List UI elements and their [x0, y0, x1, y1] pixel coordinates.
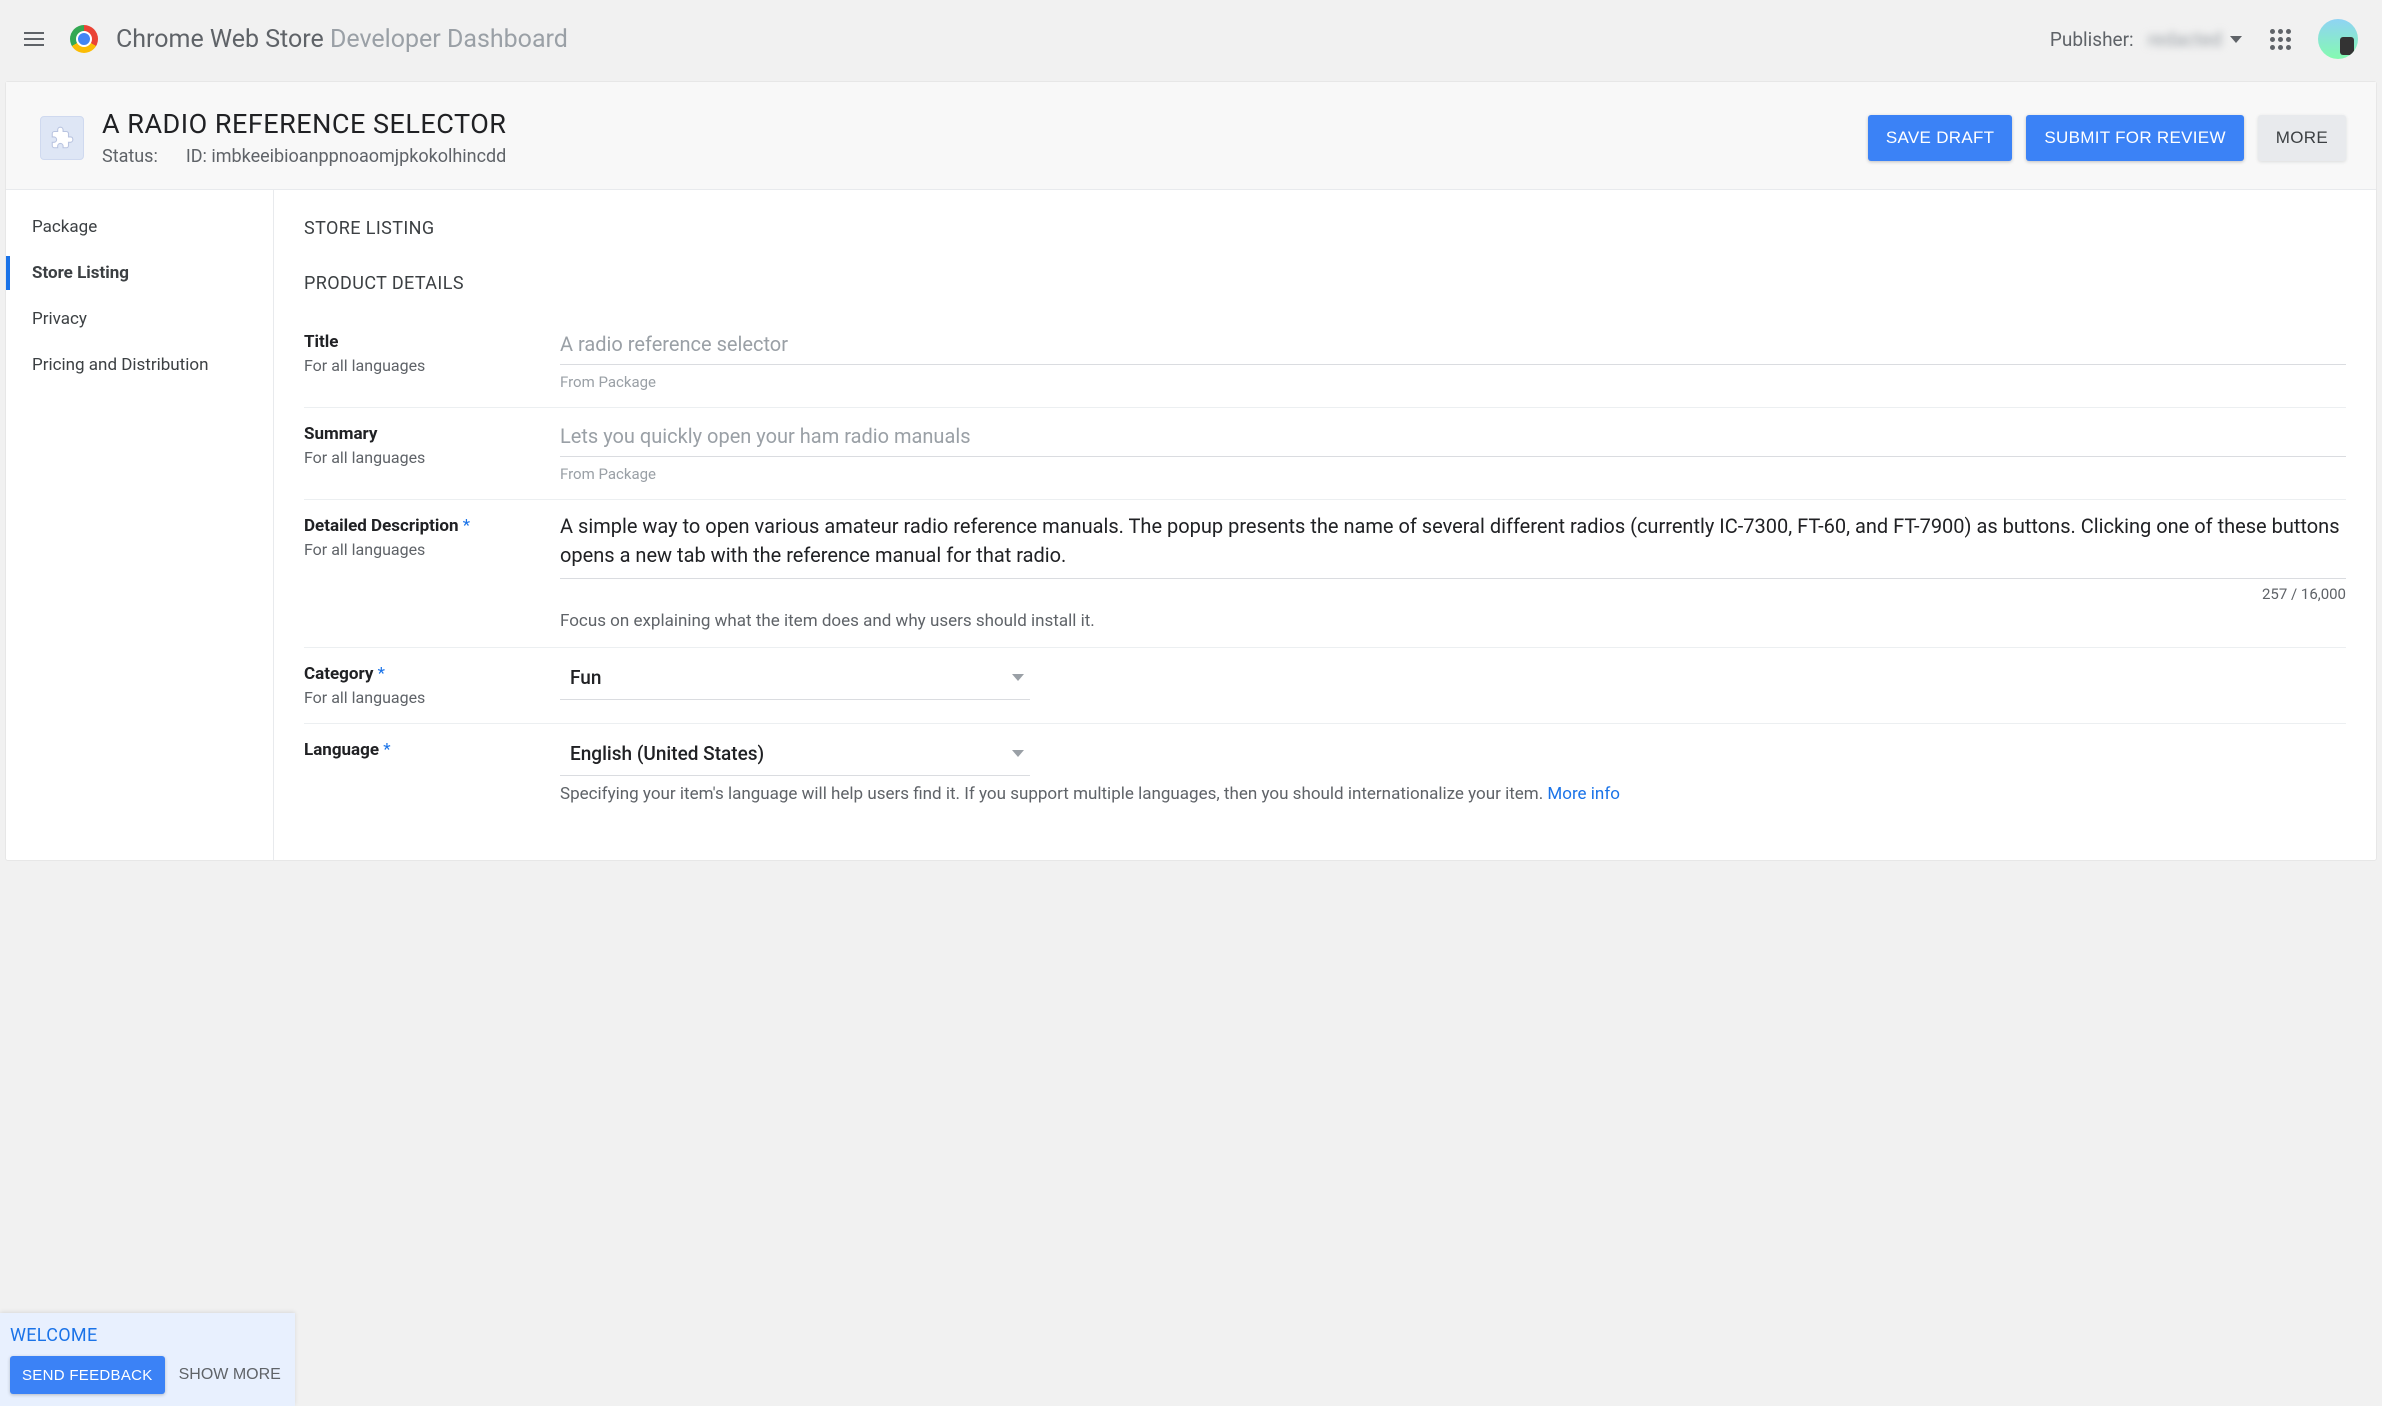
save-draft-button[interactable]: SAVE DRAFT [1868, 115, 2012, 161]
language-label: Language * [304, 740, 560, 760]
item-title-block: A RADIO REFERENCE SELECTOR Status: ID: i… [102, 108, 506, 167]
sidenav-item-store-listing[interactable]: Store Listing [6, 250, 273, 296]
language-more-info-link[interactable]: More info [1547, 784, 1620, 804]
title-sublabel: For all languages [304, 356, 560, 375]
sidenav-item-pricing-distribution[interactable]: Pricing and Distribution [6, 342, 273, 388]
summary-sublabel: For all languages [304, 448, 560, 467]
category-selected: Fun [570, 666, 601, 689]
title-label: Title [304, 332, 560, 352]
more-actions-button[interactable]: MORE [2258, 115, 2346, 161]
app-bar: Chrome Web Store Developer Dashboard Pub… [0, 0, 2382, 78]
account-avatar[interactable] [2318, 19, 2358, 59]
publisher-switcher[interactable]: Publisher: redacted [2050, 28, 2242, 51]
section-title: STORE LISTING [304, 218, 2346, 239]
category-select[interactable]: Fun [560, 660, 1030, 700]
language-helper: Specifying your item's language will hel… [560, 784, 2346, 804]
description-counter: 257 / 16,000 [560, 585, 2346, 603]
category-label: Category * [304, 664, 560, 684]
language-select[interactable]: English (United States) [560, 736, 1030, 776]
submit-for-review-button[interactable]: SUBMIT FOR REVIEW [2026, 115, 2243, 161]
chevron-down-icon [1012, 750, 1024, 757]
publisher-value: redacted [2148, 28, 2222, 51]
send-feedback-button[interactable]: SEND FEEDBACK [10, 1356, 165, 1394]
summary-label: Summary [304, 424, 560, 444]
side-nav: Package Store Listing Privacy Pricing an… [6, 190, 274, 860]
field-row-description: Detailed Description * For all languages… [304, 500, 2346, 648]
app-title-light: Developer Dashboard [330, 25, 568, 54]
feedback-welcome: WELCOME [10, 1325, 97, 1346]
description-sublabel: For all languages [304, 540, 560, 559]
field-row-title: Title For all languages A radio referenc… [304, 316, 2346, 408]
chevron-down-icon [1012, 674, 1024, 681]
hamburger-menu-icon[interactable] [24, 27, 48, 51]
feedback-show-more-button[interactable]: SHOW MORE [179, 1366, 281, 1384]
id-value: imbkeeibioanppnoaomjpkokolhincdd [211, 146, 506, 167]
description-helper: Focus on explaining what the item does a… [560, 611, 2346, 631]
extension-puzzle-icon [40, 116, 84, 160]
sidenav-item-package[interactable]: Package [6, 204, 273, 250]
item-header: A RADIO REFERENCE SELECTOR Status: ID: i… [6, 82, 2376, 190]
description-textarea[interactable]: A simple way to open various amateur rad… [560, 512, 2346, 579]
category-sublabel: For all languages [304, 688, 560, 707]
chevron-down-icon [2230, 36, 2242, 43]
title-hint: From Package [560, 373, 2346, 391]
field-row-category: Category * For all languages Fun [304, 648, 2346, 724]
app-title-strong: Chrome Web Store [116, 25, 324, 54]
google-apps-icon[interactable] [2268, 27, 2292, 51]
main-content: STORE LISTING PRODUCT DETAILS Title For … [274, 190, 2376, 860]
item-name: A RADIO REFERENCE SELECTOR [102, 108, 506, 140]
page-shell: A RADIO REFERENCE SELECTOR Status: ID: i… [6, 82, 2376, 860]
id-label: ID: [186, 146, 207, 167]
field-row-summary: Summary For all languages Lets you quick… [304, 408, 2346, 500]
summary-value: Lets you quickly open your ham radio man… [560, 420, 2346, 457]
status-label: Status: [102, 146, 158, 167]
chrome-logo-icon [70, 25, 98, 53]
summary-hint: From Package [560, 465, 2346, 483]
description-label: Detailed Description * [304, 516, 560, 536]
language-selected: English (United States) [570, 742, 764, 765]
field-row-language: Language * English (United States) Speci… [304, 724, 2346, 820]
app-title: Chrome Web Store Developer Dashboard [116, 25, 568, 54]
title-value: A radio reference selector [560, 328, 2346, 365]
feedback-card: WELCOME SEND FEEDBACK SHOW MORE [0, 1313, 295, 1406]
sidenav-item-privacy[interactable]: Privacy [6, 296, 273, 342]
subsection-title: PRODUCT DETAILS [304, 273, 2346, 294]
publisher-label: Publisher: [2050, 28, 2134, 51]
